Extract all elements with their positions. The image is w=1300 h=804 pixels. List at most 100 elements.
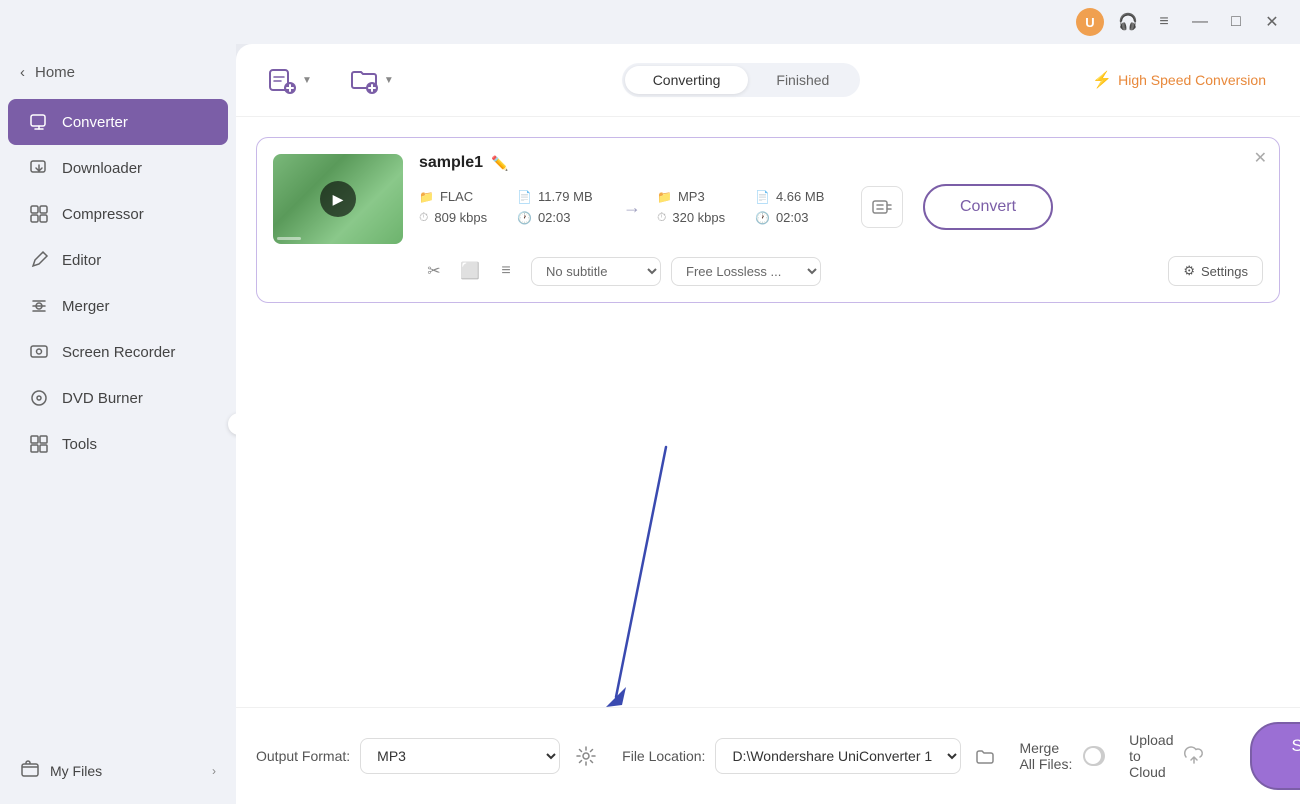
settings-label: Settings [1201, 264, 1248, 279]
bitrate-icon-target: ⏱ [657, 210, 666, 225]
content-area: ✕ ▶ sample1 ✏️ [236, 117, 1300, 707]
convert-button[interactable]: Convert [923, 184, 1053, 230]
play-button[interactable]: ▶ [320, 181, 356, 217]
main-toolbar: ▼ ▼ Converting Finished ⚡ High Speed Con… [236, 44, 1300, 117]
audio-select[interactable]: Free Lossless ... [671, 257, 821, 286]
dvd-burner-icon [28, 387, 50, 409]
sidebar-item-dvd-burner[interactable]: DVD Burner [8, 375, 228, 421]
compressor-icon [28, 203, 50, 225]
sidebar-item-converter[interactable]: Converter [8, 99, 228, 145]
target-meta: 📁 MP3 ⏱ 320 kbps [657, 189, 747, 225]
file-location-row: File Location: D:\Wondershare UniConvert… [622, 738, 999, 774]
headset-icon[interactable]: 🎧 [1116, 10, 1140, 34]
sidebar-item-downloader[interactable]: Downloader [8, 145, 228, 191]
target-format-row: 📁 MP3 [657, 189, 747, 204]
tab-group: Converting Finished [622, 63, 861, 97]
cloud-upload-icon[interactable] [1182, 742, 1206, 771]
sidebar-item-merger[interactable]: Merger [8, 283, 228, 329]
crop-icon[interactable]: ⬜ [455, 256, 485, 286]
add-file-arrow: ▼ [302, 75, 312, 86]
user-avatar: U [1076, 8, 1104, 36]
settings-button[interactable]: ⚙ Settings [1168, 256, 1263, 286]
tools-icon [28, 433, 50, 455]
tab-finished[interactable]: Finished [748, 66, 857, 94]
output-format-label: Output Format: [256, 748, 350, 764]
output-settings-icon[interactable] [570, 740, 602, 772]
source-bitrate: 809 kbps [434, 210, 487, 225]
converter-label: Converter [62, 114, 128, 131]
merge-label: Merge All Files: [1019, 740, 1075, 772]
source-format: FLAC [440, 189, 473, 204]
folder-icon-source: 📁 [419, 190, 434, 204]
right-controls: Merge All Files: Upload to Cloud Start A… [1019, 722, 1300, 790]
add-file-button[interactable]: ▼ [256, 58, 322, 102]
clock-icon-source: 🕐 [517, 211, 532, 225]
minimize-button[interactable]: — [1188, 10, 1212, 34]
toggle-knob [1085, 748, 1101, 764]
bitrate-icon-source: ⏱ [419, 210, 428, 225]
file-card-top: ▶ sample1 ✏️ 📁 FLAC [273, 154, 1263, 244]
merge-toggle[interactable] [1083, 746, 1105, 766]
editor-label: Editor [62, 252, 101, 269]
target-duration: 02:03 [776, 210, 809, 225]
compressor-label: Compressor [62, 206, 144, 223]
home-arrow-icon: ‹ [20, 64, 25, 81]
sidebar-item-compressor[interactable]: Compressor [8, 191, 228, 237]
editor-icon [28, 249, 50, 271]
start-all-button[interactable]: Start All [1250, 722, 1300, 790]
upload-cloud-label: Upload to Cloud [1129, 732, 1173, 780]
tools-label: Tools [62, 436, 97, 453]
main-content: ▼ ▼ Converting Finished ⚡ High Speed Con… [236, 44, 1300, 804]
sidebar-home-label: Home [35, 64, 75, 81]
cut-icons: ✂ ⬜ ≡ [419, 256, 521, 286]
add-folder-icon [348, 64, 380, 96]
dvd-burner-label: DVD Burner [62, 390, 143, 407]
file-location-select[interactable]: D:\Wondershare UniConverter 1 [715, 738, 961, 774]
source-meta: 📁 FLAC ⏱ 809 kbps [419, 189, 509, 225]
sidebar-item-screen-recorder[interactable]: Screen Recorder [8, 329, 228, 375]
my-files-icon [20, 759, 40, 782]
speed-label: High Speed Conversion [1118, 72, 1266, 88]
folder-icon-target: 📁 [657, 190, 672, 204]
browse-folder-icon[interactable] [971, 742, 999, 770]
arrow-pointer [596, 437, 696, 707]
source-format-row: 📁 FLAC [419, 189, 509, 204]
file-name-row: sample1 ✏️ [419, 154, 1263, 172]
high-speed-conversion-button[interactable]: ⚡ High Speed Conversion [1078, 62, 1280, 98]
close-card-button[interactable]: ✕ [1254, 148, 1267, 168]
source-duration: 02:03 [538, 210, 571, 225]
add-folder-arrow: ▼ [384, 75, 394, 86]
screen-recorder-icon [28, 341, 50, 363]
screen-recorder-label: Screen Recorder [62, 344, 175, 361]
cut-icon[interactable]: ✂ [419, 256, 449, 286]
source-size: 11.79 MB [538, 189, 593, 204]
add-file-icon [266, 64, 298, 96]
tab-converting[interactable]: Converting [625, 66, 749, 94]
clock-icon-target: 🕐 [755, 211, 770, 225]
close-button[interactable]: ✕ [1260, 10, 1284, 34]
maximize-button[interactable]: □ [1224, 10, 1248, 34]
file-location-label: File Location: [622, 748, 705, 764]
merge-all-files-row: Merge All Files: [1019, 740, 1105, 772]
converter-icon [28, 111, 50, 133]
source-meta-2: 📄 11.79 MB 🕐 02:03 [517, 189, 607, 225]
sidebar-footer-my-files[interactable]: My Files › [0, 747, 236, 794]
convert-settings-icon[interactable] [861, 186, 903, 228]
file-card-bottom: ✂ ⬜ ≡ No subtitle Free Lossless ... ⚙ Se… [273, 256, 1263, 286]
effects-icon[interactable]: ≡ [491, 256, 521, 286]
lightning-icon: ⚡ [1092, 70, 1112, 90]
menu-icon[interactable]: ≡ [1152, 10, 1176, 34]
add-folder-button[interactable]: ▼ [338, 58, 404, 102]
target-size: 4.66 MB [776, 189, 824, 204]
downloader-label: Downloader [62, 160, 142, 177]
sidebar-item-editor[interactable]: Editor [8, 237, 228, 283]
target-bitrate-row: ⏱ 320 kbps [657, 210, 747, 225]
bottom-bar: Output Format: MP3 File Location: D:\Won… [236, 707, 1300, 804]
sidebar-item-tools[interactable]: Tools [8, 421, 228, 467]
edit-filename-icon[interactable]: ✏️ [491, 155, 508, 172]
my-files-label: My Files [50, 763, 102, 779]
sidebar-item-home[interactable]: ‹ Home [0, 54, 236, 99]
downloader-icon [28, 157, 50, 179]
output-format-select[interactable]: MP3 [360, 738, 560, 774]
subtitle-select[interactable]: No subtitle [531, 257, 661, 286]
